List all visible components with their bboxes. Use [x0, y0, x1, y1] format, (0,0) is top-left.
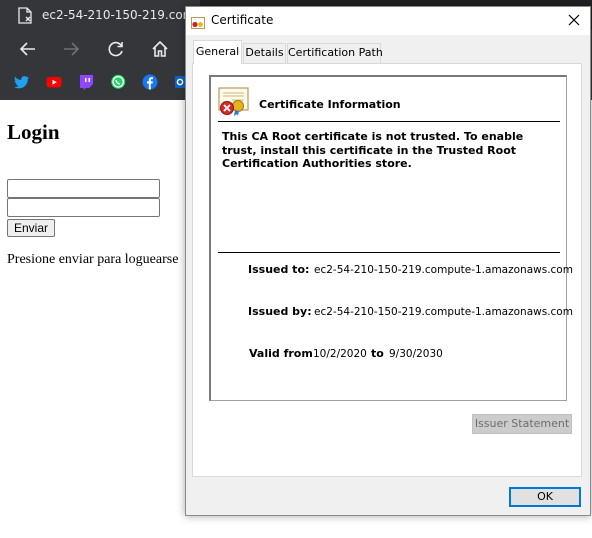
close-icon	[568, 14, 580, 26]
dialog-titlebar: Certificate	[186, 7, 590, 35]
back-arrow-icon	[19, 42, 35, 56]
trust-warning-text: This CA Root certificate is not trusted.…	[222, 130, 524, 170]
browser-tab[interactable]: ec2-54-210-150-219.compute-1.amazonaws.c…	[0, 0, 200, 30]
valid-from-label: Valid from	[249, 347, 313, 360]
issued-to-label: Issued to:	[248, 263, 310, 276]
facebook-icon[interactable]	[142, 74, 158, 90]
username-input[interactable]	[7, 179, 160, 198]
refresh-icon	[108, 41, 123, 57]
twitter-icon[interactable]	[14, 74, 30, 90]
general-tab-panel: Certificate Information This CA Root cer…	[192, 63, 582, 477]
info-heading: Certificate Information	[259, 98, 401, 111]
issued-by-label: Issued by:	[248, 305, 312, 318]
certificate-dialog: Certificate General Details Certificatio…	[185, 6, 591, 516]
certificate-info-box: Certificate Information This CA Root cer…	[209, 75, 573, 401]
password-input[interactable]	[7, 198, 160, 217]
issuer-statement-button[interactable]: Issuer Statement	[472, 414, 572, 434]
tab-general[interactable]: General	[193, 40, 242, 64]
valid-to-value: 9/30/2030	[389, 348, 443, 360]
valid-to-label: to	[371, 347, 384, 360]
browser-tab-title: ec2-54-210-150-219.compute-1.amazonaws.c…	[42, 8, 200, 22]
youtube-icon[interactable]	[46, 74, 62, 90]
refresh-button[interactable]	[106, 39, 126, 59]
divider	[218, 252, 560, 253]
page-error-icon	[18, 6, 32, 24]
login-hint: Presione enviar para loguearse	[7, 252, 179, 267]
certificate-icon	[191, 14, 205, 29]
dialog-title: Certificate	[211, 13, 274, 27]
tab-details[interactable]: Details	[243, 43, 286, 63]
forward-arrow-icon	[64, 42, 80, 56]
home-button[interactable]	[150, 39, 170, 59]
page-title: Login	[7, 120, 60, 144]
submit-button[interactable]: Enviar	[7, 219, 55, 237]
whatsapp-icon[interactable]	[110, 74, 126, 90]
home-icon	[152, 40, 168, 57]
issued-by-value: ec2-54-210-150-219.compute-1.amazonaws.c…	[314, 306, 573, 318]
twitch-icon[interactable]	[78, 74, 94, 90]
close-button[interactable]	[566, 12, 582, 28]
ok-button[interactable]: OK	[509, 487, 581, 507]
divider	[218, 121, 560, 122]
issued-to-value: ec2-54-210-150-219.compute-1.amazonaws.c…	[314, 264, 573, 276]
certificate-error-icon	[218, 87, 250, 117]
forward-button[interactable]	[61, 39, 81, 59]
tab-certification-path[interactable]: Certification Path	[287, 43, 383, 63]
back-button[interactable]	[18, 39, 38, 59]
valid-from-value: 10/2/2020	[313, 348, 367, 360]
